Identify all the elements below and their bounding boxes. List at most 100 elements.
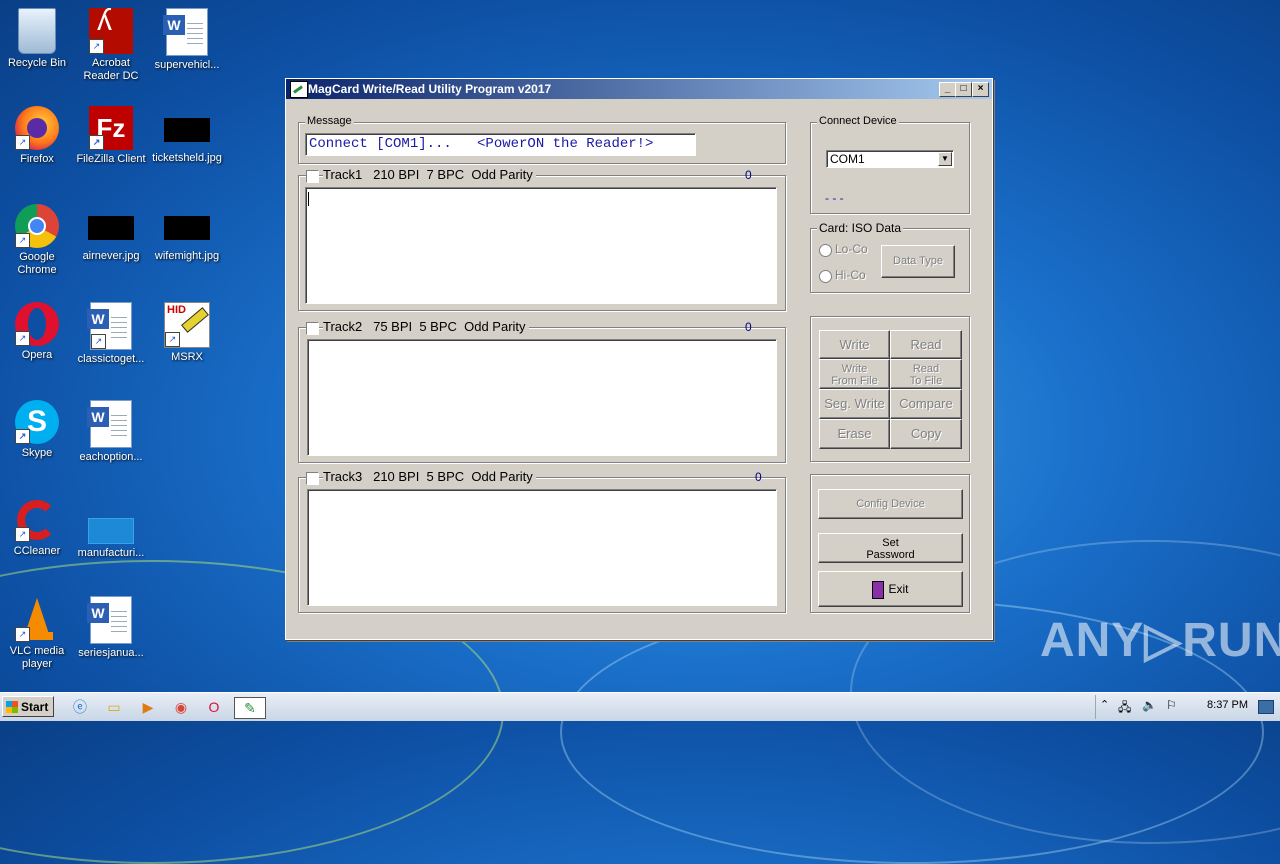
- track2-data-field[interactable]: [307, 339, 777, 456]
- shortcut-arrow-icon: ↗: [165, 332, 180, 347]
- network-icon[interactable]: 🖧: [1118, 698, 1131, 719]
- write-from-file-line2: From File: [831, 375, 878, 387]
- set-password-line1: Set: [882, 537, 899, 549]
- compare-button[interactable]: Compare: [890, 389, 962, 419]
- clock[interactable]: 8:37 PM: [1207, 699, 1248, 711]
- flag-icon[interactable]: ⚐: [1166, 698, 1177, 712]
- write-from-file-button[interactable]: Write From File: [819, 359, 890, 389]
- track3-label: Track3 210 BPI 5 BPC Odd Parity: [323, 469, 536, 484]
- track1-label: Track1 210 BPI 7 BPC Odd Parity: [323, 167, 536, 182]
- skype-icon: S ↗: [15, 400, 59, 444]
- shortcut-arrow-icon: ↗: [89, 135, 104, 150]
- track3-data-field[interactable]: [307, 489, 777, 606]
- desktop-icon-skype[interactable]: S ↗ Skype: [0, 400, 74, 460]
- hi-co-label: Hi-Co: [835, 268, 866, 282]
- message-display: Connect [COM1]... <PowerON the Reader!>: [305, 133, 696, 156]
- firefox-icon: ↗: [15, 106, 59, 150]
- write-from-file-line1: Write: [841, 363, 868, 375]
- track2-checkbox[interactable]: [306, 322, 319, 335]
- track1-checkbox[interactable]: [306, 170, 319, 183]
- volume-icon[interactable]: 🔈: [1142, 698, 1157, 712]
- desktop-icon-recycle-bin[interactable]: Recycle Bin: [0, 8, 74, 70]
- desktop-icon-wifemight[interactable]: wifemight.jpg: [150, 204, 224, 263]
- magcard-taskbar-icon[interactable]: ✎: [234, 697, 266, 719]
- internet-explorer-icon[interactable]: ⓔ: [70, 697, 90, 717]
- track2-group: Track2 75 BPI 5 BPC Odd Parity 0: [298, 319, 786, 463]
- config-group: Config Device Set Password Exit: [810, 474, 970, 613]
- read-to-file-button[interactable]: Read To File: [890, 359, 962, 389]
- chevron-down-icon[interactable]: ▼: [938, 152, 952, 166]
- image-thumbnail-icon: [164, 118, 210, 142]
- desktop-icon-vlc[interactable]: ↗ VLC media player: [0, 596, 74, 671]
- anyrun-watermark: ANY▷RUN: [1040, 614, 1280, 667]
- message-group: Message Connect [COM1]... <PowerON the R…: [298, 115, 786, 164]
- track1-group: Track1 210 BPI 7 BPC Odd Parity 0: [298, 167, 786, 311]
- desktop-icon-manufacturi[interactable]: manufacturi...: [74, 498, 148, 560]
- desktop-icon-airnever[interactable]: airnever.jpg: [74, 204, 148, 263]
- desktop-icon-seriesjanua[interactable]: W seriesjanua...: [74, 596, 148, 660]
- desktop-icon-acrobat[interactable]: ʎ ↗ Acrobat Reader DC: [74, 6, 148, 83]
- exit-button[interactable]: Exit: [818, 571, 963, 607]
- shortcut-arrow-icon: ↗: [89, 39, 104, 54]
- track3-count: 0: [755, 470, 762, 484]
- erase-button[interactable]: Erase: [819, 419, 890, 449]
- chrome-icon: ↗: [15, 204, 59, 248]
- lo-co-label: Lo-Co: [835, 242, 868, 256]
- media-player-icon[interactable]: ▶: [138, 697, 158, 717]
- show-desktop-icon[interactable]: [1258, 700, 1274, 714]
- close-button[interactable]: ×: [972, 82, 989, 97]
- filezilla-icon: Fz ↗: [89, 106, 133, 150]
- seg-write-button[interactable]: Seg. Write: [819, 389, 890, 419]
- acrobat-icon: ʎ ↗: [89, 6, 133, 54]
- read-to-file-line1: Read: [912, 363, 940, 375]
- start-button[interactable]: Start: [2, 696, 54, 717]
- chrome-taskbar-icon[interactable]: ◉: [171, 697, 191, 717]
- desktop-icon-opera[interactable]: ↗ Opera: [0, 302, 74, 362]
- chevron-up-icon[interactable]: ⌃: [1100, 698, 1109, 711]
- exit-label: Exit: [888, 582, 909, 596]
- shortcut-arrow-icon: ↗: [15, 135, 30, 150]
- track1-data-field[interactable]: [305, 187, 777, 304]
- connect-device-label: Connect Device: [817, 115, 899, 127]
- shortcut-arrow-icon: ↗: [15, 627, 30, 642]
- app-icon: [290, 81, 308, 98]
- set-password-button[interactable]: Set Password: [818, 533, 963, 563]
- hi-co-radio[interactable]: [819, 270, 832, 283]
- card-data-group: Card: ISO Data Lo-Co Hi-Co Data Type: [810, 221, 970, 293]
- connect-device-group: Connect Device COM1 ▼ - - -: [810, 115, 970, 214]
- desktop-icon-ccleaner[interactable]: ↗ CCleaner: [0, 498, 74, 558]
- shortcut-arrow-icon: ↗: [15, 233, 30, 248]
- desktop-icon-firefox[interactable]: ↗ Firefox: [0, 106, 74, 166]
- minimize-button[interactable]: _: [939, 82, 956, 97]
- opera-taskbar-icon[interactable]: O: [204, 697, 224, 717]
- read-button[interactable]: Read: [890, 330, 962, 359]
- folder-icon[interactable]: ▭: [104, 697, 124, 717]
- write-button[interactable]: Write: [819, 330, 890, 359]
- text-cursor: [308, 192, 309, 206]
- desktop-icon-filezilla[interactable]: Fz ↗ FileZilla Client: [74, 106, 148, 166]
- port-select[interactable]: COM1 ▼: [826, 150, 954, 168]
- vlc-cone-icon: ↗: [15, 596, 59, 642]
- actions-group: Write Read Write From File Read To File …: [810, 316, 970, 462]
- message-label: Message: [305, 115, 354, 127]
- port-select-value: COM1: [830, 152, 865, 166]
- track2-label: Track2 75 BPI 5 BPC Odd Parity: [323, 319, 529, 334]
- track1-count: 0: [745, 168, 752, 182]
- desktop-icon-ticketsheld[interactable]: ticketsheld.jpg: [150, 106, 224, 165]
- image-thumbnail-icon: [164, 216, 210, 240]
- desktop-icon-eachoption[interactable]: W eachoption...: [74, 400, 148, 464]
- window-title: MagCard Write/Read Utility Program v2017: [308, 82, 552, 96]
- title-bar[interactable]: MagCard Write/Read Utility Program v2017…: [286, 79, 992, 99]
- desktop-icon-msrx[interactable]: HID ↗ MSRX: [150, 302, 224, 364]
- lo-co-radio[interactable]: [819, 244, 832, 257]
- desktop-icon-chrome[interactable]: ↗ Google Chrome: [0, 204, 74, 277]
- copy-button[interactable]: Copy: [890, 419, 962, 449]
- shortcut-arrow-icon: ↗: [15, 331, 30, 346]
- desktop-icon-supervehicl[interactable]: W supervehicl...: [150, 8, 224, 72]
- maximize-button[interactable]: □: [955, 82, 972, 97]
- track3-checkbox[interactable]: [306, 472, 319, 485]
- desktop-icon-classictoget[interactable]: W ↗ classictoget...: [74, 302, 148, 366]
- connect-status: - - -: [825, 191, 844, 205]
- data-type-button[interactable]: Data Type: [881, 245, 955, 278]
- config-device-button[interactable]: Config Device: [818, 489, 963, 519]
